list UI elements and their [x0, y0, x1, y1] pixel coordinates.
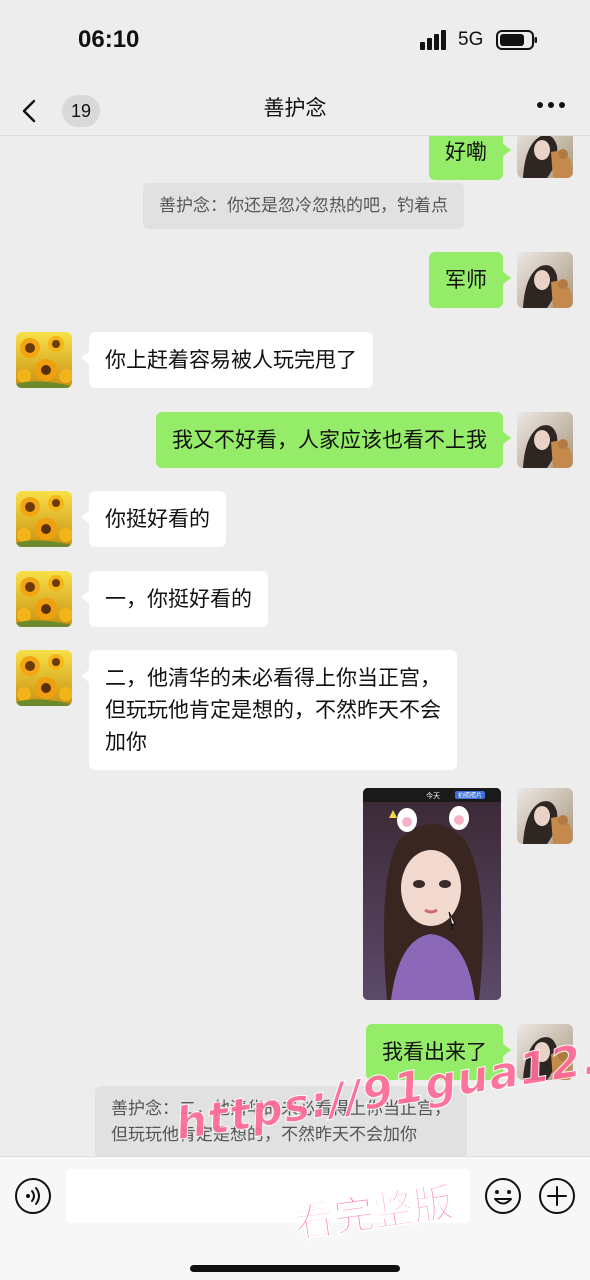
status-time: 06:10 [78, 26, 140, 53]
input-bar [0, 1156, 590, 1280]
my-avatar[interactable] [517, 136, 573, 178]
my-message[interactable]: 好嘞 [429, 136, 511, 180]
my-avatar[interactable] [517, 252, 573, 308]
contact-message[interactable]: 你上赶着容易被人玩完甩了 [81, 332, 373, 388]
signal-strength-icon [420, 30, 446, 50]
image-message[interactable]: 今天 拍照照片 [363, 788, 501, 1000]
contact-avatar[interactable] [16, 332, 72, 388]
emoji-icon[interactable] [484, 1177, 522, 1215]
my-avatar[interactable] [517, 788, 573, 844]
my-message[interactable]: 我看出来了 [366, 1024, 511, 1080]
quoted-message[interactable]: 善护念：你还是忽冷忽热的吧，钓着点 [143, 183, 464, 229]
selfie-photo: 今天 拍照照片 [363, 788, 501, 1000]
my-message[interactable]: 军师 [429, 252, 511, 308]
photo-header-button: 拍照照片 [458, 792, 482, 800]
contact-message[interactable]: 一，你挺好看的 [81, 571, 268, 627]
contact-avatar[interactable] [16, 491, 72, 547]
status-bar: 06:10 5G [0, 0, 590, 80]
contact-avatar[interactable] [16, 650, 72, 706]
contact-avatar[interactable] [16, 571, 72, 627]
contact-message[interactable]: 二，他清华的未必看得上你当正宫， 但玩玩他肯定是想的，不然昨天不会 加你 [81, 650, 457, 770]
voice-input-icon[interactable] [14, 1177, 52, 1215]
more-options-icon[interactable] [536, 100, 566, 110]
photo-header-title: 今天 [426, 791, 440, 800]
network-type: 5G [458, 29, 484, 50]
contact-message[interactable]: 你挺好看的 [81, 491, 226, 547]
plus-icon[interactable] [538, 1177, 576, 1215]
quoted-message[interactable]: 善护念：二，他清华的未必看得上你当正宫， 但玩玩他肯定是想的，不然昨天不会加你 [95, 1086, 467, 1156]
nav-bar: 19 善护念 [0, 80, 590, 136]
message-input[interactable] [66, 1169, 470, 1223]
home-indicator [190, 1265, 400, 1272]
chat-title: 善护念 [263, 96, 327, 120]
my-avatar[interactable] [517, 412, 573, 468]
my-message[interactable]: 我又不好看，人家应该也看不上我 [156, 412, 511, 468]
battery-icon [496, 30, 537, 50]
my-avatar[interactable] [517, 1024, 573, 1080]
message-list[interactable]: 好嘞 善护念：你还是忽冷忽热的吧，钓着点 军师 你上赶着容易被人玩完甩了 我又不… [0, 136, 590, 1156]
